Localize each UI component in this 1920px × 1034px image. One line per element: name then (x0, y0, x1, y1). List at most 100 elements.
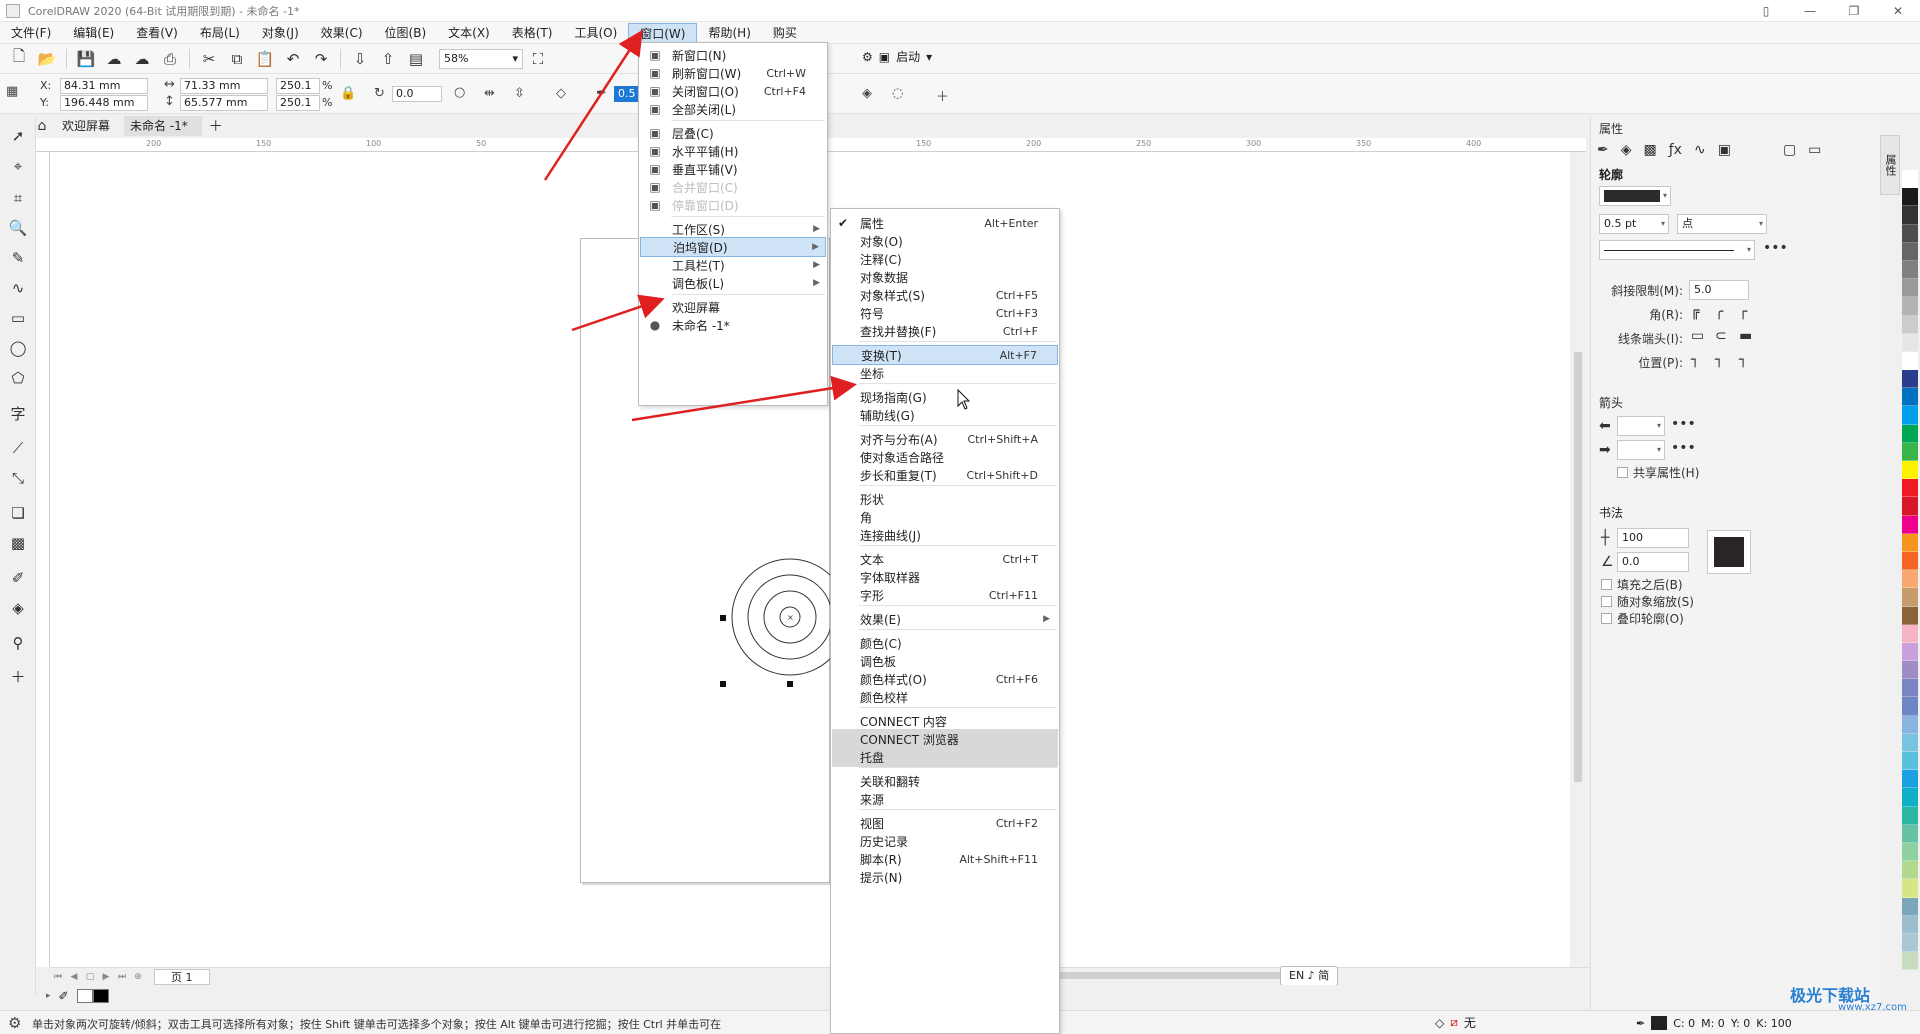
docker-menu-item[interactable]: 历史记录 (832, 831, 1058, 851)
cloud-download-icon[interactable]: ☁ (129, 47, 155, 71)
text-tool-icon[interactable]: 字 (6, 401, 30, 425)
artistic-media-icon[interactable]: ∿ (6, 276, 30, 300)
object-icon[interactable]: ◌ (892, 86, 903, 101)
palette-swatch[interactable] (1902, 351, 1918, 371)
eyedropper-icon[interactable]: ✐ (59, 989, 69, 1003)
round-cap-icon[interactable]: ⊂ (1715, 328, 1727, 344)
palette-swatch[interactable] (1902, 806, 1918, 825)
close-button[interactable]: ✕ (1876, 0, 1920, 22)
docker-menu-item[interactable]: 托盘 (832, 747, 1058, 767)
crop-tool-icon[interactable]: ⌗ (6, 186, 30, 210)
last-page-icon[interactable]: ⏭ (114, 972, 130, 982)
frame-icon[interactable]: ▢ (1783, 142, 1796, 158)
window-menu-item[interactable]: ▣ 垂直平铺(V) (640, 159, 826, 179)
window-menu-item[interactable]: 欢迎屏幕 (640, 297, 826, 317)
docker-menu-item[interactable]: 字形 Ctrl+F11 (832, 585, 1058, 605)
window-menu-item[interactable]: ▣ 层叠(C) (640, 123, 826, 143)
width-input[interactable]: 71.33 mm (180, 78, 268, 94)
fill-bucket-icon[interactable]: ◇ (556, 86, 566, 101)
menu-item[interactable]: 工具(O) (563, 23, 628, 43)
full-screen-icon[interactable]: ⛶ (525, 47, 551, 71)
page-tab[interactable]: 页 1 (154, 968, 210, 985)
pdf-icon[interactable]: ▤ (403, 47, 429, 71)
bitmap-icon[interactable]: ▣ (1718, 142, 1731, 158)
paste-icon[interactable]: 📋 (252, 47, 278, 71)
palette-swatch[interactable] (1902, 842, 1918, 862)
scroll-thumb[interactable] (1060, 972, 1280, 979)
palette-swatch[interactable] (1902, 733, 1918, 752)
docker-menu-item[interactable]: 关联和翻转 (832, 771, 1058, 791)
black-swatch[interactable] (92, 989, 109, 1003)
palette-swatch[interactable] (1902, 533, 1918, 552)
more-options-icon[interactable]: ••• (1763, 240, 1788, 256)
miter-limit-input[interactable]: 5.0 (1689, 280, 1749, 300)
vertical-scrollbar[interactable] (1570, 152, 1586, 967)
transparency-tool-icon[interactable]: ▩ (6, 531, 30, 555)
more-options-icon[interactable]: ••• (1671, 440, 1696, 456)
page-icon[interactable]: ▭ (1808, 142, 1821, 158)
concentric-circles-drawing[interactable]: × (710, 547, 850, 687)
cloud-upload-icon[interactable]: ☁ (101, 47, 127, 71)
palette-swatch[interactable] (1902, 551, 1918, 571)
menu-item[interactable]: 表格(T) (501, 23, 564, 43)
docker-menu-item[interactable]: 字体取样器 (832, 567, 1058, 587)
no-color-swatch[interactable] (76, 989, 93, 1003)
palette-swatch[interactable] (1902, 424, 1918, 443)
docker-menu-item[interactable]: 对象数据 (832, 267, 1058, 287)
restore-help-icon[interactable]: ▯ (1744, 0, 1788, 22)
outside-position-icon[interactable]: ┐ (1691, 352, 1699, 368)
window-menu-item[interactable]: ● 未命名 -1* (640, 315, 826, 335)
menu-item[interactable]: 布局(L) (189, 23, 251, 43)
palette-swatch[interactable] (1902, 624, 1918, 643)
menu-item[interactable]: 文件(F) (0, 23, 62, 43)
angle-input[interactable]: 0.0 (1617, 552, 1689, 572)
docker-menu-item[interactable]: 效果(E) ▶ (832, 609, 1058, 629)
palette-swatch[interactable] (1902, 897, 1918, 916)
share-attributes-checkbox[interactable]: 共享属性(H) (1617, 464, 1699, 481)
palette-swatch[interactable] (1902, 206, 1918, 225)
freehand-tool-icon[interactable]: ✎ (6, 246, 30, 270)
docker-menu-item[interactable]: 颜色校样 (832, 687, 1058, 707)
open-folder-icon[interactable]: 📂 (34, 47, 60, 71)
outline-pen-icon[interactable]: ✒ (596, 86, 607, 101)
gear-icon[interactable]: ⚙ (8, 1014, 21, 1032)
line-style-select[interactable]: ▾ (1599, 240, 1755, 260)
palette-swatch[interactable] (1902, 752, 1918, 771)
docker-menu-item[interactable]: CONNECT 内容 (832, 711, 1058, 731)
docker-menu-item[interactable]: 对象(O) (832, 231, 1058, 251)
side-tab-properties[interactable]: 属性 (1880, 135, 1900, 195)
pick-tool-icon[interactable]: ➚ (6, 124, 30, 148)
selection-handle[interactable] (720, 681, 726, 687)
mirror-horizontal-icon[interactable]: ⇹ (484, 86, 495, 101)
docker-menu-item[interactable]: 来源 (832, 789, 1058, 809)
ellipse-tool-icon[interactable]: ◯ (6, 336, 30, 360)
docker-menu-item[interactable]: 视图 Ctrl+F2 (832, 813, 1058, 833)
layers-icon[interactable]: ◈ (862, 86, 872, 101)
expand-arrow-icon[interactable]: ▸ (46, 991, 51, 1001)
scale-x-input[interactable]: 250.1 (276, 78, 320, 94)
palette-swatch[interactable] (1902, 788, 1918, 807)
outline-status[interactable]: ✒ C: 0 M: 0 Y: 0 K: 100 (1636, 1016, 1792, 1030)
transparency-icon[interactable]: ▩ (1644, 142, 1657, 158)
window-menu-item[interactable]: ▣ 关闭窗口(O) Ctrl+F4 (640, 81, 826, 101)
palette-swatch[interactable] (1902, 697, 1918, 716)
palette-swatch[interactable] (1902, 188, 1918, 207)
redo-icon[interactable]: ↷ (308, 47, 334, 71)
tab-untitled[interactable]: 未命名 -1* (124, 116, 202, 136)
window-menu-item[interactable]: 调色板(L) ▶ (640, 273, 826, 293)
x-position-input[interactable]: 84.31 mm (60, 78, 148, 94)
window-menu-item[interactable]: ▣ 水平平铺(H) (640, 141, 826, 161)
docker-menu-item[interactable]: 角 (832, 507, 1058, 527)
menu-item[interactable]: 文本(X) (437, 23, 501, 43)
docker-menu-item[interactable]: CONNECT 浏览器 (832, 729, 1058, 749)
object-origin-icon[interactable]: ▦ (6, 84, 18, 99)
menu-item[interactable]: 效果(C) (310, 23, 374, 43)
polygon-tool-icon[interactable]: ⬠ (6, 366, 30, 390)
save-icon[interactable]: 💾 (73, 47, 99, 71)
launch-menu[interactable]: ⚙ ▣ 启动 ▾ (862, 48, 932, 65)
prev-page-icon[interactable]: ◀ (66, 972, 82, 982)
menu-item[interactable]: 对象(J) (251, 23, 310, 43)
docker-menu-item[interactable]: 颜色(C) (832, 633, 1058, 653)
outline-color-picker[interactable]: ▾ (1599, 186, 1671, 206)
docker-menu-item[interactable]: 文本 Ctrl+T (832, 549, 1058, 569)
